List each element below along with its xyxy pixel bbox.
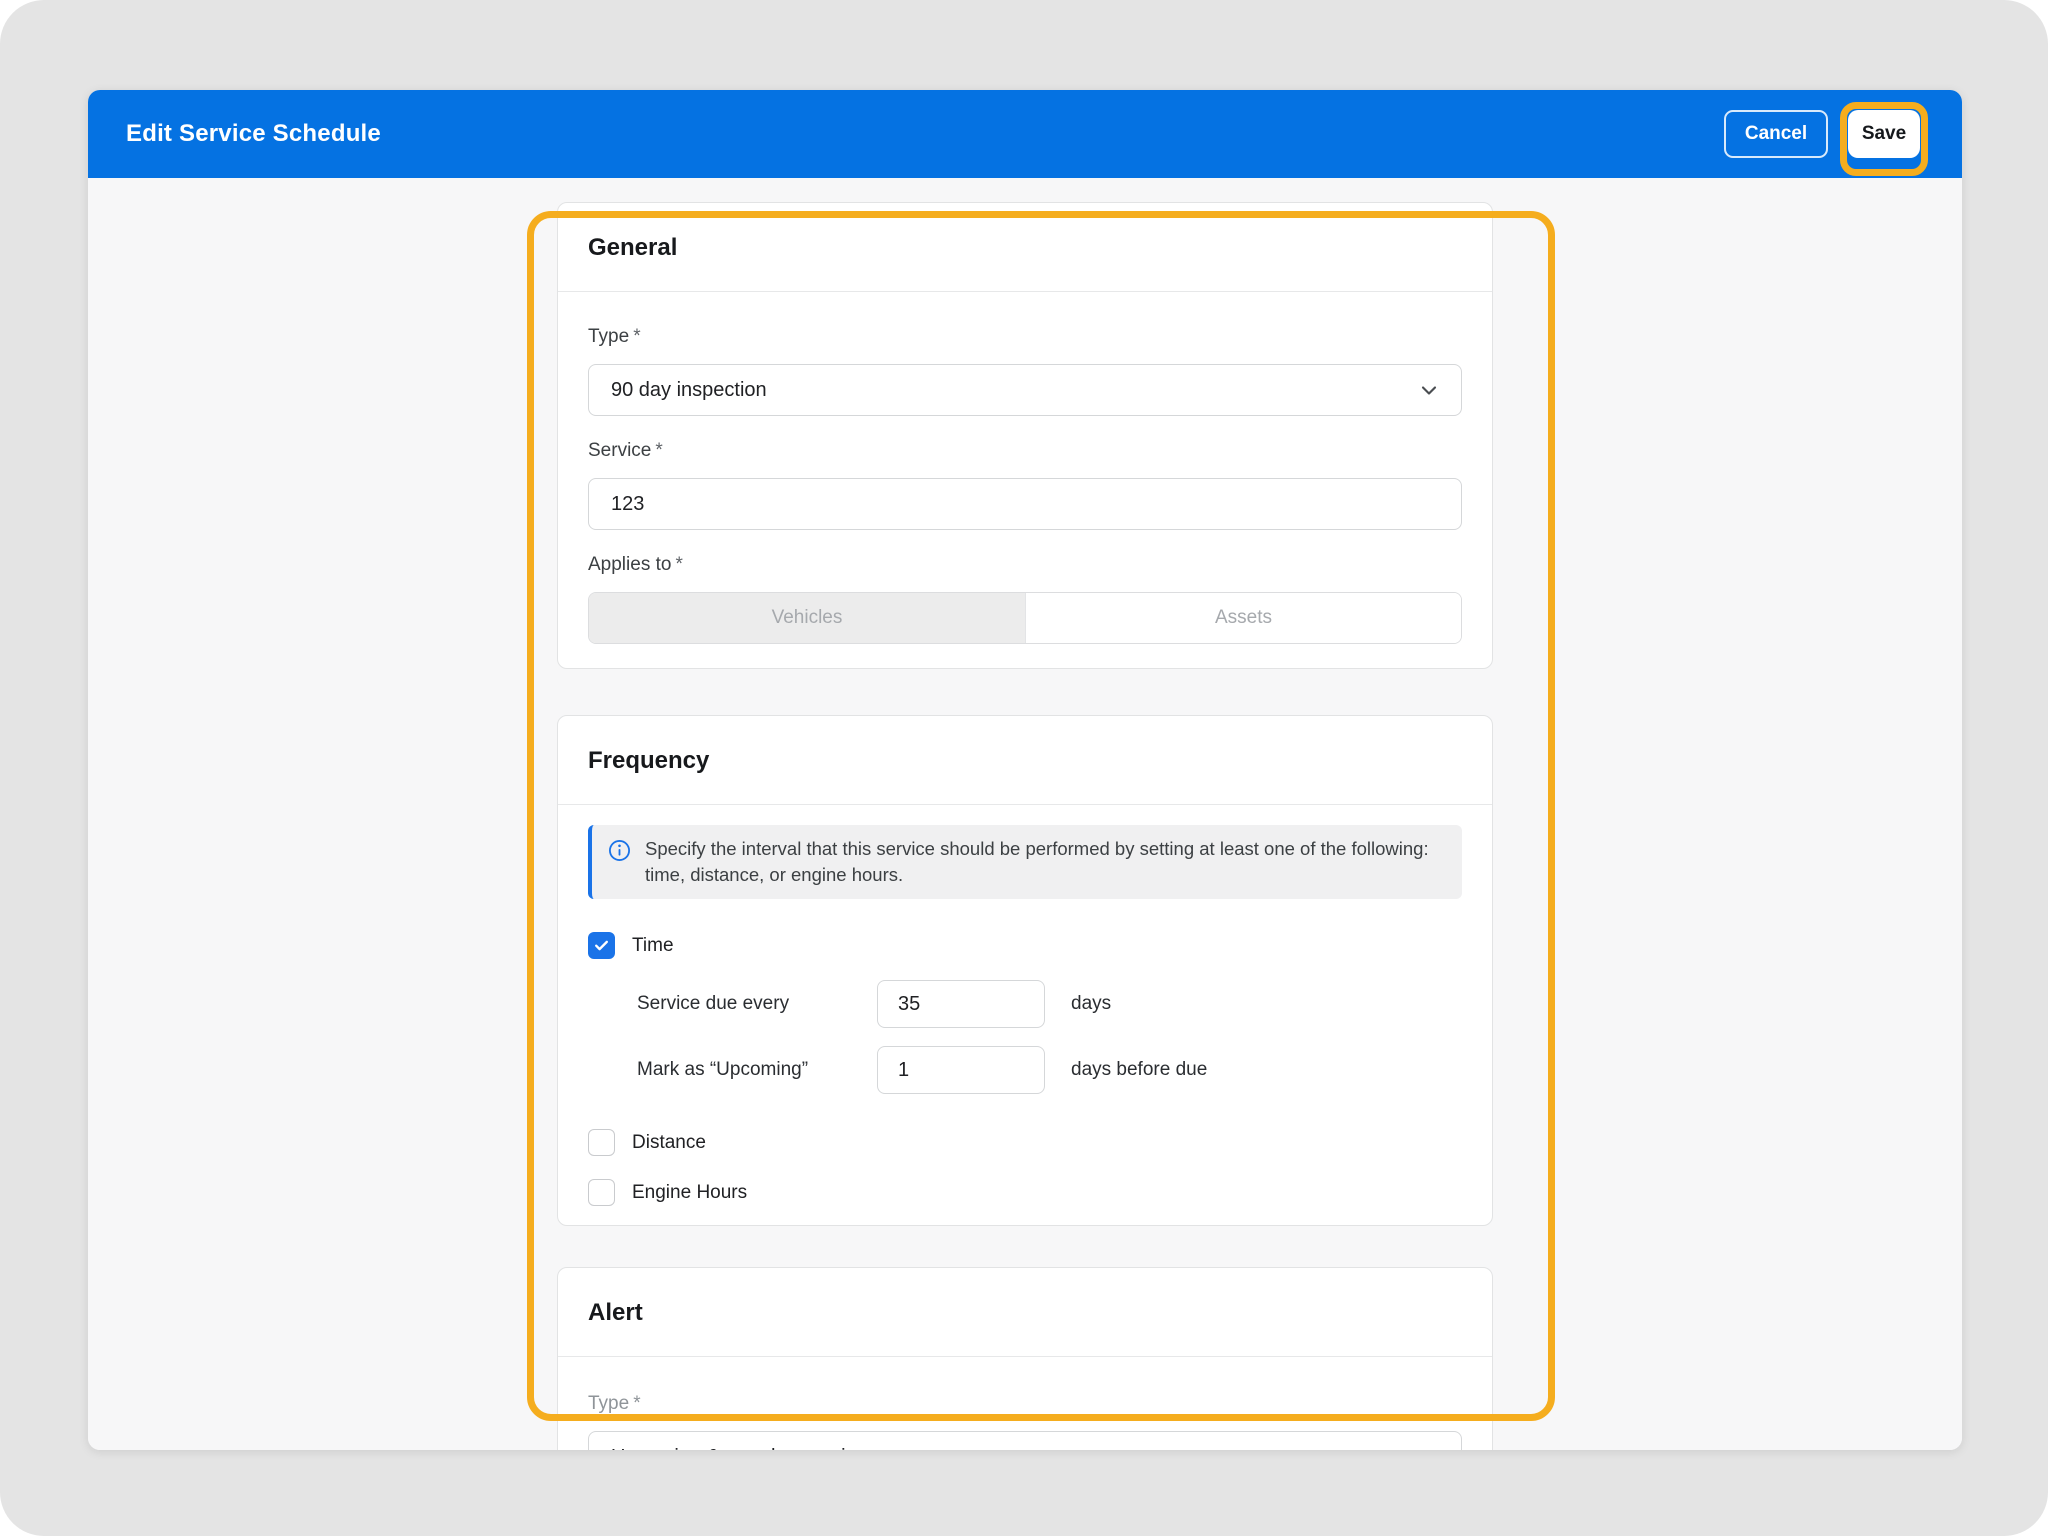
alert-body: Type* Upcoming & overdue service [558,1357,1492,1450]
alert-heading: Alert [558,1268,1492,1357]
service-due-suffix: days [1071,993,1111,1015]
type-select-value: 90 day inspection [611,379,767,402]
time-checkbox[interactable] [588,932,615,959]
mark-upcoming-suffix: days before due [1071,1059,1207,1081]
frequency-body: Specify the interval that this service s… [558,805,1492,1225]
mark-upcoming-input[interactable] [877,1046,1045,1094]
save-button-wrap: Save [1848,110,1920,158]
type-select[interactable]: 90 day inspection [588,364,1462,416]
mark-upcoming-row: Mark as “Upcoming” days before due [637,1046,1462,1094]
chevron-down-icon [1419,1447,1439,1450]
service-due-row: Service due every days [637,980,1462,1028]
time-label: Time [632,935,674,957]
type-label: Type* [588,326,1462,348]
time-checkbox-row: Time [588,932,1462,959]
header-actions: Cancel Save [1724,110,1920,158]
time-interval-fields: Service due every days Mark as “Upcoming… [637,980,1462,1094]
service-input-value: 123 [611,493,644,516]
engine-hours-checkbox[interactable] [588,1179,615,1206]
distance-checkbox[interactable] [588,1129,615,1156]
chevron-down-icon [1419,380,1439,400]
engine-hours-label: Engine Hours [632,1182,747,1204]
alert-type-label: Type* [588,1393,1462,1415]
frequency-heading: Frequency [558,716,1492,805]
page-background: Edit Service Schedule Cancel Save Genera… [0,0,2048,1536]
applies-to-label: Applies to* [588,554,1462,576]
form-content: General Type* 90 day inspection Service* [88,178,1962,1450]
info-icon [608,839,631,867]
distance-label: Distance [632,1132,706,1154]
edit-service-schedule-window: Edit Service Schedule Cancel Save Genera… [88,90,1962,1450]
general-heading: General [558,203,1492,292]
checkmark-icon [593,937,610,954]
cancel-button[interactable]: Cancel [1724,110,1828,158]
service-label: Service* [588,440,1462,462]
toggle-option-assets[interactable]: Assets [1025,593,1461,643]
engine-hours-checkbox-row: Engine Hours [588,1179,1462,1206]
mark-upcoming-label: Mark as “Upcoming” [637,1059,877,1081]
toggle-option-vehicles[interactable]: Vehicles [589,593,1025,643]
alert-type-select-value: Upcoming & overdue service [611,1446,867,1451]
frequency-section: Frequency Specify the interval that this… [557,715,1493,1226]
header-bar: Edit Service Schedule Cancel Save [88,90,1962,178]
interval-info-banner: Specify the interval that this service s… [588,825,1462,899]
page-title: Edit Service Schedule [126,120,381,148]
distance-checkbox-row: Distance [588,1129,1462,1156]
general-body: Type* 90 day inspection Service* 123 [558,292,1492,668]
general-section: General Type* 90 day inspection Service* [557,202,1493,669]
interval-info-text: Specify the interval that this service s… [645,836,1442,888]
save-button[interactable]: Save [1848,110,1920,158]
service-due-input[interactable] [877,980,1045,1028]
applies-to-toggle: Vehicles Assets [588,592,1462,644]
service-due-label: Service due every [637,993,877,1015]
service-input[interactable]: 123 [588,478,1462,530]
alert-section: Alert Type* Upcoming & overdue service [557,1267,1493,1450]
alert-type-select[interactable]: Upcoming & overdue service [588,1431,1462,1450]
